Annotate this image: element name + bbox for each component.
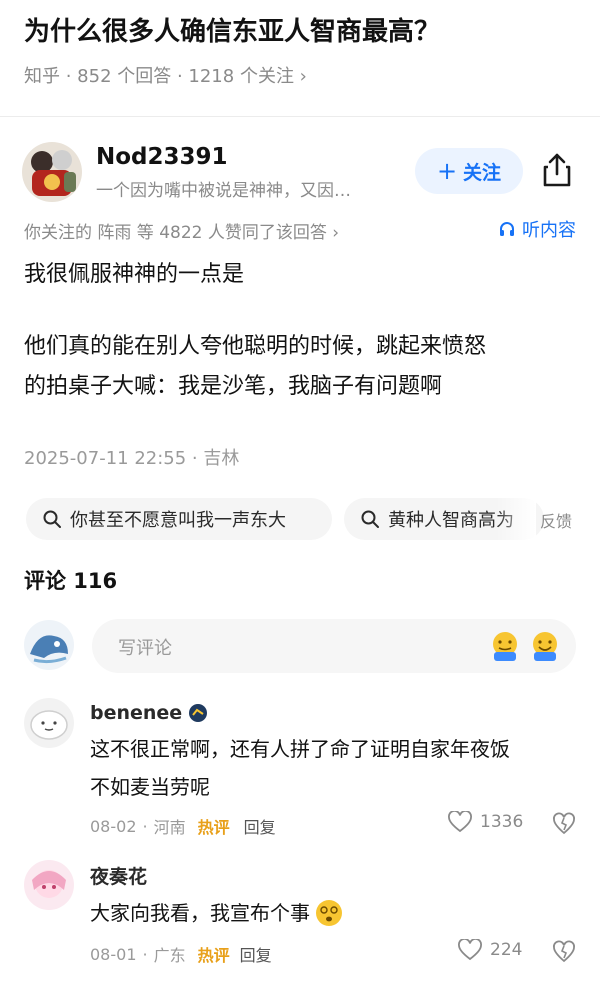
like-count: 1336 bbox=[480, 812, 524, 832]
comment-location: 广东 bbox=[153, 946, 186, 965]
listen-label: 听内容 bbox=[522, 220, 576, 241]
answer-paragraph-1: 我很佩服神神的一点是 bbox=[24, 262, 245, 287]
search-icon bbox=[361, 510, 379, 528]
reply-button[interactable]: 回复 bbox=[244, 814, 276, 838]
badge-icon bbox=[189, 704, 208, 722]
dislike-icon[interactable] bbox=[552, 940, 576, 964]
plus-icon: + bbox=[436, 157, 458, 185]
comments-header: 评论 116 bbox=[24, 569, 118, 593]
heart-icon bbox=[448, 811, 472, 833]
chip-fade bbox=[496, 498, 536, 540]
voters-line[interactable]: 你关注的 阵雨 等 4822 人赞同了该回答 › bbox=[24, 218, 339, 243]
comment-date: 08-02 bbox=[90, 816, 137, 836]
follow-button[interactable]: + 关注 bbox=[415, 148, 523, 194]
share-icon[interactable] bbox=[540, 152, 574, 188]
search-icon bbox=[43, 510, 61, 528]
comment-placeholder: 写评论 bbox=[118, 638, 172, 659]
emoji-icon[interactable] bbox=[488, 629, 522, 663]
like-button[interactable]: 1336 bbox=[448, 811, 523, 833]
question-title[interactable]: 为什么很多人确信东亚人智商最高？ bbox=[24, 14, 584, 50]
comment-text-line: 不如麦当劳呢 bbox=[90, 775, 210, 799]
hot-badge: 热评 bbox=[197, 946, 230, 965]
comment-location: 河南 bbox=[153, 818, 186, 837]
dislike-icon[interactable] bbox=[552, 812, 576, 836]
author-name[interactable]: Nod23391 bbox=[96, 142, 228, 172]
comment-meta: 08-01 · 广东 热评 回复 bbox=[90, 942, 272, 966]
hot-badge: 热评 bbox=[197, 818, 230, 837]
feedback-link[interactable]: 反馈 bbox=[540, 508, 572, 532]
heart-icon bbox=[458, 939, 482, 961]
commenter-name-text: benenee bbox=[90, 702, 183, 724]
commenter-name[interactable]: benenee bbox=[90, 702, 208, 724]
divider bbox=[0, 116, 600, 117]
commenter-avatar[interactable] bbox=[24, 860, 74, 910]
answer-paragraph-2-line-2: 的拍桌子大喊：我是沙笔，我脑子有问题啊 bbox=[24, 374, 443, 399]
like-count: 224 bbox=[490, 940, 523, 960]
answer-timestamp: 2025-07-11 22:55 · 吉林 bbox=[24, 448, 240, 469]
separator-dot: · bbox=[142, 816, 148, 836]
my-avatar[interactable] bbox=[24, 620, 74, 670]
follow-label: 关注 bbox=[463, 161, 502, 184]
search-chip[interactable]: 你甚至不愿意叫我一声东大 bbox=[26, 498, 332, 540]
search-chip-label: 你甚至不愿意叫我一声东大 bbox=[70, 510, 286, 531]
commenter-name[interactable]: 夜奏花 bbox=[90, 862, 147, 889]
reply-button[interactable]: 回复 bbox=[240, 942, 272, 966]
comment-text-line: 大家向我看，我宣布个事 bbox=[90, 894, 580, 932]
dizzy-emoji-icon bbox=[316, 900, 342, 926]
commenter-name-text: 夜奏花 bbox=[90, 866, 148, 888]
question-meta[interactable]: 知乎 · 852 个回答 · 1218 个关注 › bbox=[24, 64, 307, 90]
listen-button[interactable]: 听内容 bbox=[498, 216, 576, 242]
author-bio: 一个因为嘴中被说是神神，又因… bbox=[96, 181, 351, 201]
comment-text: 大家向我看，我宣布个事 bbox=[90, 901, 310, 925]
comment-meta: 08-02 · 河南 热评 回复 bbox=[90, 814, 276, 838]
headphones-icon bbox=[500, 222, 514, 236]
separator-dot: · bbox=[142, 944, 148, 964]
emoji-icon[interactable] bbox=[528, 629, 562, 663]
answer-paragraph-2-line-1: 他们真的能在别人夸他聪明的时候，跳起来愤怒 bbox=[24, 334, 487, 359]
comment-date: 08-01 bbox=[90, 944, 137, 964]
answer-page: 为什么很多人确信东亚人智商最高？ 知乎 · 852 个回答 · 1218 个关注… bbox=[0, 0, 600, 989]
like-button[interactable]: 224 bbox=[458, 939, 522, 961]
commenter-avatar[interactable] bbox=[24, 698, 74, 748]
author-avatar[interactable] bbox=[22, 142, 82, 202]
comment-input[interactable]: 写评论 bbox=[92, 619, 576, 673]
comment-text-line: 这不很正常啊，还有人拼了命了证明自家年夜饭 bbox=[90, 737, 510, 761]
